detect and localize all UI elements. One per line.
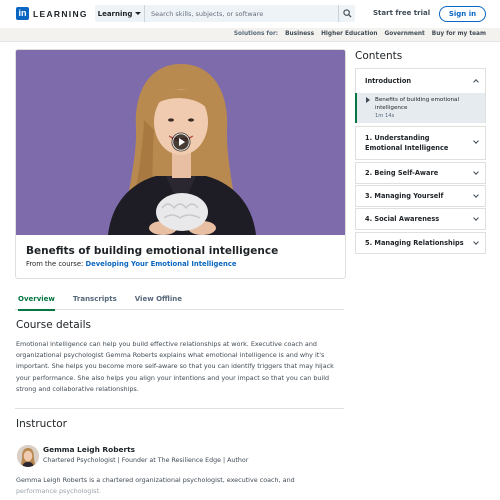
course-link[interactable]: Developing Your Emotional Intelligence bbox=[86, 260, 237, 268]
lesson-title: Benefits of building emotional intellige… bbox=[375, 97, 460, 111]
solutions-government-link[interactable]: Government bbox=[384, 31, 424, 37]
section-being-self-aware[interactable]: 2. Being Self-Aware bbox=[355, 162, 486, 184]
section-label: 2. Being Self-Aware bbox=[365, 169, 439, 177]
section-label: 3. Managing Yourself bbox=[365, 192, 444, 200]
search-input[interactable] bbox=[145, 5, 338, 22]
section-social-awareness[interactable]: 4. Social Awareness bbox=[355, 208, 486, 230]
solutions-bar: Solutions for: Business Higher Education… bbox=[0, 28, 500, 42]
chevron-down-icon bbox=[473, 169, 479, 175]
instructor-title: Chartered Psychologist | Founder at The … bbox=[43, 457, 249, 464]
play-icon[interactable] bbox=[171, 132, 191, 152]
play-triangle-icon bbox=[366, 97, 370, 103]
from-course-label: From the course: bbox=[26, 260, 84, 268]
chevron-up-icon bbox=[473, 79, 479, 85]
search-button[interactable] bbox=[338, 5, 355, 22]
search-icon bbox=[342, 9, 352, 18]
logo-text: LEARNING bbox=[33, 8, 88, 19]
chevron-down-icon bbox=[473, 192, 479, 198]
instructor-avatar[interactable] bbox=[17, 445, 39, 467]
section-introduction-label: Introduction bbox=[365, 77, 412, 85]
video-title: Benefits of building emotional intellige… bbox=[26, 245, 279, 257]
course-description: Emotional intelligence can help you buil… bbox=[16, 340, 334, 393]
content-tabs: Overview Transcripts View Offline bbox=[15, 292, 344, 311]
linkedin-logo-icon: in bbox=[16, 7, 29, 20]
tab-transcripts[interactable]: Transcripts bbox=[73, 292, 117, 310]
section-label: 1. Understanding Emotional Intelligence bbox=[365, 134, 449, 152]
solutions-higher-education-link[interactable]: Higher Education bbox=[321, 31, 377, 37]
linkedin-learning-logo[interactable]: in LEARNING bbox=[16, 7, 88, 20]
search-bar: Learning bbox=[95, 5, 355, 22]
section-understanding-ei[interactable]: 1. Understanding Emotional Intelligence bbox=[355, 126, 486, 160]
start-free-trial-link[interactable]: Start free trial bbox=[373, 9, 430, 17]
video-card: Benefits of building emotional intellige… bbox=[15, 49, 346, 279]
avatar-image bbox=[17, 445, 39, 467]
chevron-down-icon bbox=[135, 12, 142, 15]
contents-heading: Contents bbox=[355, 50, 403, 62]
chevron-down-icon bbox=[473, 215, 479, 221]
section-introduction[interactable]: Introduction bbox=[355, 68, 486, 93]
section-label: 5. Managing Relationships bbox=[365, 239, 464, 247]
tab-view-offline[interactable]: View Offline bbox=[135, 292, 182, 310]
search-type-dropdown[interactable]: Learning bbox=[95, 5, 145, 22]
instructor-heading: Instructor bbox=[16, 418, 67, 430]
section-managing-relationships[interactable]: 5. Managing Relationships bbox=[355, 232, 486, 254]
top-nav: in LEARNING Learning Start free trial Si… bbox=[0, 0, 500, 28]
solutions-buy-for-team-link[interactable]: Buy for my team bbox=[432, 31, 486, 37]
instructor-bio-text: Gemma Leigh Roberts is a chartered organ… bbox=[16, 476, 295, 484]
sign-in-button[interactable]: Sign in bbox=[439, 6, 486, 22]
section-label: 4. Social Awareness bbox=[365, 215, 440, 223]
solutions-business-link[interactable]: Business bbox=[285, 31, 314, 37]
video-player[interactable] bbox=[16, 50, 345, 235]
video-course-line: From the course: Developing Your Emotion… bbox=[26, 260, 237, 268]
solutions-label: Solutions for: bbox=[233, 31, 279, 37]
chevron-down-icon bbox=[473, 239, 479, 245]
section-divider bbox=[15, 408, 344, 409]
instructor-bio-faded: performance psychologist. bbox=[16, 486, 101, 495]
tab-overview[interactable]: Overview bbox=[18, 292, 55, 311]
course-details-heading: Course details bbox=[16, 319, 91, 331]
lesson-duration: 1m 14s bbox=[375, 113, 395, 119]
instructor-name[interactable]: Gemma Leigh Roberts bbox=[43, 445, 135, 454]
search-type-label: Learning bbox=[97, 9, 133, 18]
section-managing-yourself[interactable]: 3. Managing Yourself bbox=[355, 185, 486, 207]
instructor-bio: Gemma Leigh Roberts is a chartered organ… bbox=[16, 475, 346, 496]
lesson-item-active[interactable]: Benefits of building emotional intellige… bbox=[355, 93, 486, 123]
chevron-down-icon bbox=[473, 138, 479, 144]
